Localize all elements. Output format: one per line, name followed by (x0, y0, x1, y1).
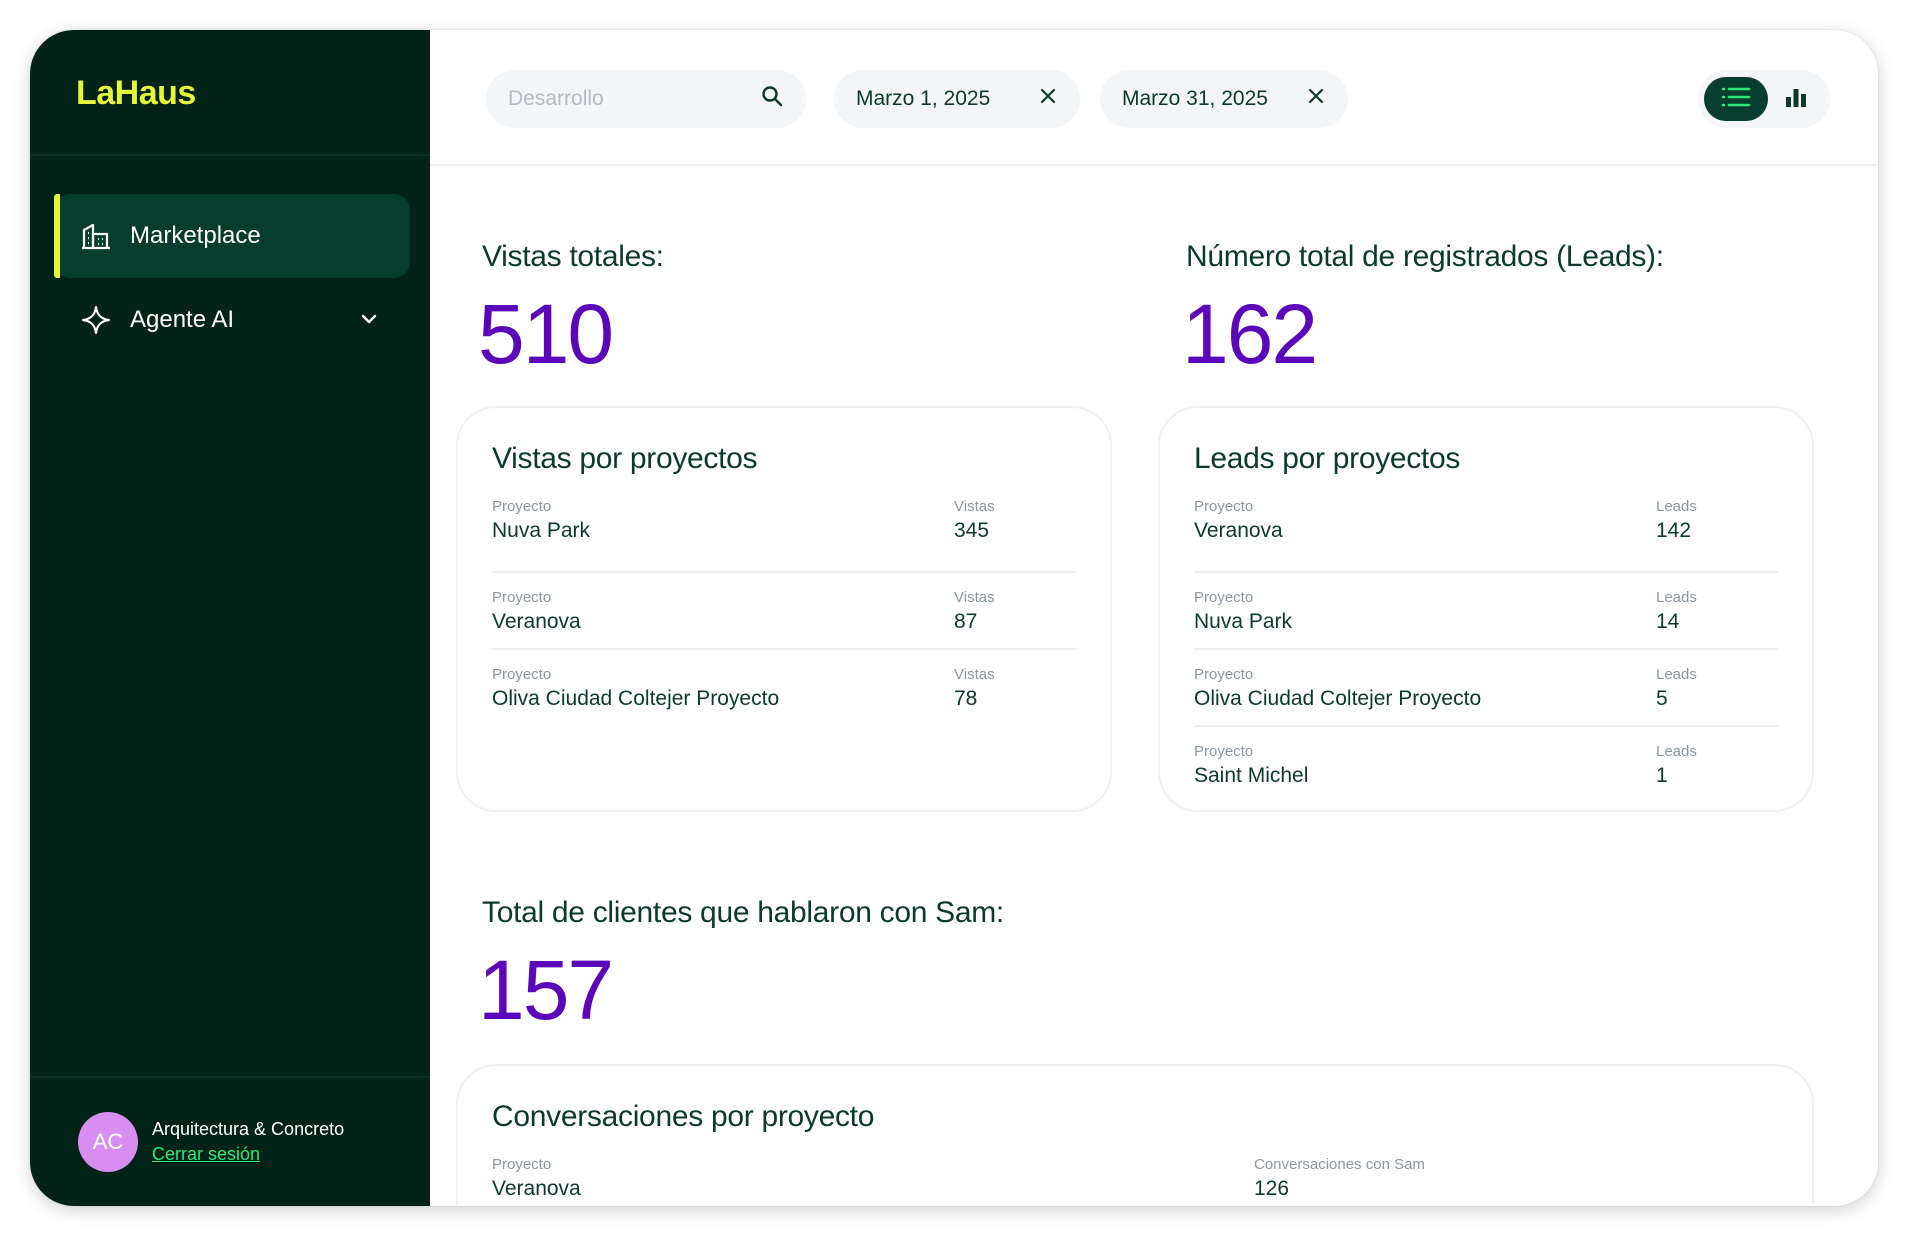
filter-bar: Desarrollo Marzo 1, 2025 Marzo 31, 2025 (430, 30, 1878, 166)
table-row: Proyecto Oliva Ciudad Coltejer Proyecto … (1194, 650, 1778, 727)
project-label: Proyecto (1194, 498, 1254, 515)
views-total-label: Vistas totales: (482, 240, 664, 273)
project-name: Oliva Ciudad Coltejer Proyecto (492, 687, 780, 710)
list-view-button[interactable] (1704, 77, 1768, 121)
project-label: Proyecto (492, 1156, 552, 1173)
project-name: Nuva Park (492, 519, 591, 542)
views-total-value: 510 (478, 287, 614, 381)
project-label: Proyecto (1194, 743, 1254, 760)
table-row: Proyecto Veranova Leads 142 (1194, 496, 1778, 573)
sidebar-item-label: Agente AI (130, 306, 235, 333)
date-from-value: Marzo 1, 2025 (856, 87, 991, 110)
card-title: Leads por proyectos (1194, 442, 1461, 475)
sidebar-item-agente-ai[interactable]: Agente AI (54, 278, 410, 362)
metric-value: 142 (1656, 519, 1692, 542)
metric-label: Leads (1656, 589, 1697, 606)
chevron-down-icon[interactable] (358, 308, 380, 330)
sparkle-icon (80, 304, 112, 336)
metric-value: 14 (1656, 610, 1680, 633)
card-title: Conversaciones por proyecto (492, 1100, 875, 1133)
project-name: Nuva Park (1194, 610, 1293, 633)
table-row: Proyecto Saint Michel Leads 1 (1194, 727, 1778, 804)
view-toggle (1698, 70, 1830, 128)
search-placeholder: Desarrollo (508, 87, 604, 110)
table-row: Proyecto Oliva Ciudad Coltejer Proyecto … (492, 650, 1076, 727)
sidebar-divider (30, 154, 430, 156)
metric-value: 5 (1656, 687, 1668, 710)
clients-total-value: 157 (478, 943, 614, 1037)
date-from-filter[interactable]: Marzo 1, 2025 (834, 70, 1080, 128)
views-by-project-card: Vistas por proyectos Proyecto Nuva Park … (456, 406, 1112, 812)
search-icon[interactable] (760, 84, 784, 114)
search-input[interactable]: Desarrollo (486, 70, 806, 128)
project-name: Oliva Ciudad Coltejer Proyecto (1194, 687, 1482, 710)
main-content: Desarrollo Marzo 1, 2025 Marzo 31, 2025 … (430, 30, 1878, 1206)
project-label: Proyecto (492, 498, 552, 515)
table-row: Proyecto Nuva Park Vistas 345 (492, 496, 1076, 573)
avatar[interactable]: AC (78, 1112, 138, 1172)
user-name: Arquitectura & Concreto (152, 1119, 345, 1139)
table-row: Proyecto Veranova Vistas 87 (492, 573, 1076, 650)
metric-label: Vistas (954, 498, 995, 515)
close-icon[interactable] (1038, 86, 1058, 112)
leads-total-value: 162 (1182, 287, 1318, 381)
sidebar-divider (30, 1076, 430, 1078)
logo: LaHaus (76, 74, 196, 112)
project-name: Saint Michel (1194, 764, 1309, 787)
metric-value: 1 (1656, 764, 1668, 787)
metric-label: Leads (1656, 743, 1697, 760)
date-to-value: Marzo 31, 2025 (1122, 87, 1268, 110)
chart-view-button[interactable] (1768, 77, 1824, 121)
sidebar: LaHaus Marketplace Agente AI AC Arquitec… (30, 30, 430, 1206)
close-icon[interactable] (1306, 86, 1326, 112)
metric-label: Vistas (954, 666, 995, 683)
bar-chart-icon (1784, 85, 1808, 114)
sidebar-item-marketplace[interactable]: Marketplace (54, 194, 410, 278)
metric-value: 126 (1254, 1177, 1290, 1200)
leads-by-project-card: Leads por proyectos Proyecto Veranova Le… (1158, 406, 1814, 812)
conversations-by-project-card: Conversaciones por proyecto Proyecto Ver… (456, 1064, 1814, 1206)
sidebar-item-label: Marketplace (130, 222, 261, 249)
clients-total-label: Total de clientes que hablaron con Sam: (482, 896, 1004, 929)
project-label: Proyecto (1194, 589, 1254, 606)
project-name: Veranova (1194, 519, 1283, 542)
metric-value: 87 (954, 610, 978, 633)
project-label: Proyecto (492, 666, 552, 683)
project-label: Proyecto (492, 589, 552, 606)
project-label: Proyecto (1194, 666, 1254, 683)
metric-value: 78 (954, 687, 978, 710)
user-profile: AC Arquitectura & Concreto Cerrar sesión (78, 1112, 344, 1172)
leads-total-label: Número total de registrados (Leads): (1186, 240, 1664, 273)
metric-label: Vistas (954, 589, 995, 606)
metric-label: Conversaciones con Sam (1254, 1156, 1425, 1173)
table-row: Proyecto Veranova Conversaciones con Sam… (492, 1154, 1778, 1206)
app-window: LaHaus Marketplace Agente AI AC Arquitec… (30, 30, 1878, 1206)
metric-value: 345 (954, 519, 990, 542)
buildings-icon (80, 220, 112, 252)
project-name: Veranova (492, 610, 581, 633)
metric-label: Leads (1656, 498, 1697, 515)
logout-link[interactable]: Cerrar sesión (152, 1144, 344, 1165)
card-title: Vistas por proyectos (492, 442, 758, 475)
list-icon (1721, 86, 1751, 113)
date-to-filter[interactable]: Marzo 31, 2025 (1100, 70, 1348, 128)
project-name: Veranova (492, 1177, 581, 1200)
table-row: Proyecto Nuva Park Leads 14 (1194, 573, 1778, 650)
metric-label: Leads (1656, 666, 1697, 683)
